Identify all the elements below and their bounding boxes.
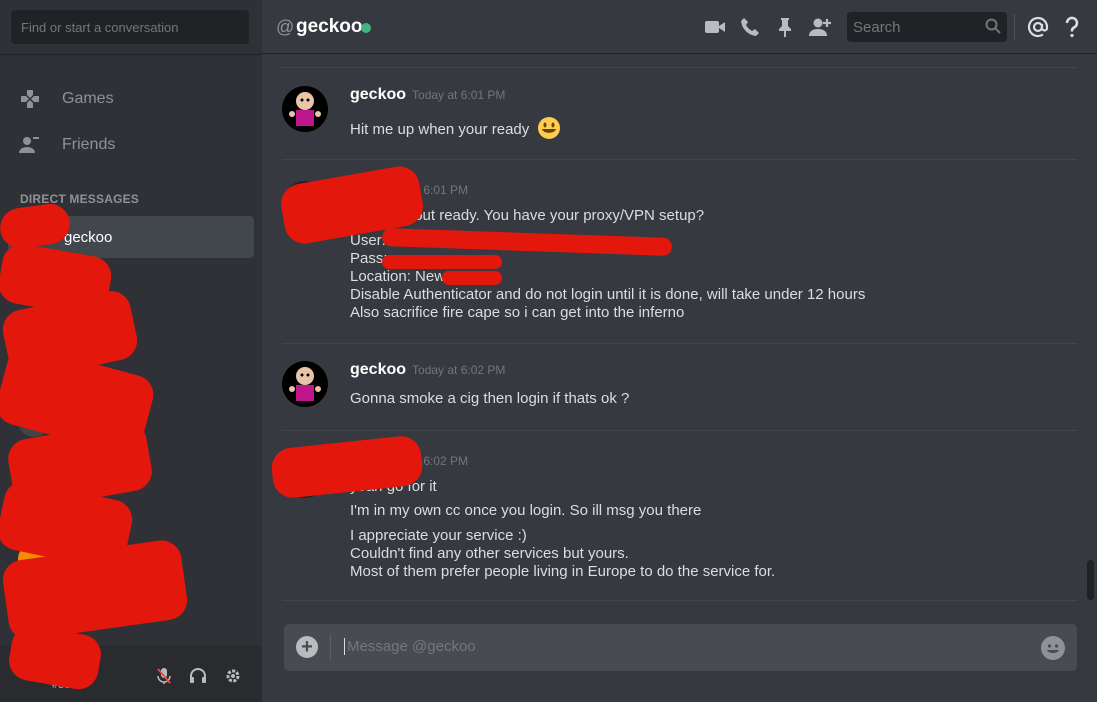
mute-microphone-button[interactable] xyxy=(154,666,174,686)
message-timestamp: Today at 6:02 PM xyxy=(412,363,506,377)
gear-icon xyxy=(226,669,240,683)
search-placeholder: Search xyxy=(853,19,901,36)
message-text: Gonna smoke a cig then login if thats ok… xyxy=(350,390,630,407)
message-timestamp: Today at 6:01 PM xyxy=(412,88,506,102)
message-divider xyxy=(282,343,1077,344)
sidebar-item-label: Friends xyxy=(62,136,116,153)
avatar[interactable] xyxy=(282,86,328,132)
phone-icon xyxy=(741,18,759,36)
add-user-icon xyxy=(809,18,831,36)
search-input[interactable]: Search xyxy=(847,12,1007,42)
message-input[interactable]: Message @geckoo xyxy=(344,638,476,655)
headphones-icon xyxy=(190,668,206,683)
search-icon xyxy=(985,18,1001,38)
header-divider xyxy=(1014,14,1015,40)
video-camera-icon xyxy=(705,21,725,33)
smiley-emoji-icon xyxy=(537,116,561,144)
scrollbar-thumb[interactable] xyxy=(1087,560,1094,600)
message-text: Most of them prefer people living in Eur… xyxy=(350,563,776,580)
sidebar: Find or start a conversation Games Frien… xyxy=(0,0,262,702)
online-status-indicator xyxy=(361,23,371,33)
microphone-muted-icon xyxy=(157,668,171,684)
games-icon xyxy=(18,87,42,111)
direct-messages-header: DIRECT MESSAGES xyxy=(20,192,140,206)
sidebar-item-games[interactable]: Games xyxy=(8,78,254,120)
sidebar-item-friends[interactable]: Friends xyxy=(8,124,254,166)
message-text: Disable Authenticator and do not login u… xyxy=(350,286,866,303)
message-text: I'm in my own cc once you login. So ill … xyxy=(350,502,702,519)
chat-header: @ geckoo Search xyxy=(262,0,1097,54)
dm-item-label: geckoo xyxy=(64,228,113,246)
message-text: Location: New xyxy=(350,268,446,285)
message-list[interactable]: geckoo Today at 6:01 PM Hit me up when yo… xyxy=(262,55,1097,622)
deafen-button[interactable] xyxy=(188,666,208,686)
sidebar-divider xyxy=(0,54,262,55)
composer-divider xyxy=(330,634,331,661)
voice-call-button[interactable] xyxy=(738,15,762,39)
emoji-picker-button[interactable] xyxy=(1041,636,1065,660)
sidebar-item-label: Games xyxy=(62,90,114,107)
author-name[interactable]: geckoo xyxy=(350,361,406,378)
message-divider xyxy=(282,67,1077,68)
message-text: Couldn't find any other services but you… xyxy=(350,545,629,562)
video-call-button[interactable] xyxy=(703,15,727,39)
message-author[interactable]: geckoo Today at 6:02 PM xyxy=(350,361,505,379)
pinned-messages-button[interactable] xyxy=(773,15,797,39)
pin-icon xyxy=(779,18,791,37)
find-conversation-input[interactable]: Find or start a conversation xyxy=(11,10,249,44)
message-group: geckoo Today at 6:02 PM Gonna smoke a cig… xyxy=(282,361,1077,431)
redaction-mark xyxy=(381,227,673,257)
avatar[interactable] xyxy=(282,361,328,407)
message-author[interactable]: geckoo Today at 6:01 PM xyxy=(350,86,505,104)
at-symbol: @ xyxy=(276,17,295,37)
message-group: geckoo Today at 6:01 PM Hit me up when yo… xyxy=(282,86,1077,156)
friends-icon xyxy=(18,133,42,157)
mentions-button[interactable] xyxy=(1026,15,1050,39)
message-group: peToday at 6:02 PM yeah go for it I'm in… xyxy=(269,434,1077,592)
redaction-mark xyxy=(442,271,502,285)
at-mention-icon xyxy=(1027,16,1049,38)
user-settings-button[interactable] xyxy=(223,666,243,686)
message-text: Also sacrifice fire cape so i can get in… xyxy=(350,304,685,321)
emoji-icon xyxy=(1047,644,1059,653)
message-composer: + Message @geckoo xyxy=(284,624,1077,671)
message-content: Hit me up when your ready xyxy=(350,116,561,144)
message-text: Hit me up when your ready xyxy=(350,120,530,138)
add-friends-to-dm-button[interactable] xyxy=(808,15,832,39)
upload-file-button[interactable]: + xyxy=(296,636,318,658)
message-group: peToday at 6:01 PM im just about ready. … xyxy=(277,163,1077,331)
channel-title: geckoo xyxy=(296,16,363,37)
help-button[interactable] xyxy=(1060,15,1084,39)
help-question-icon xyxy=(1065,16,1079,38)
message-divider xyxy=(282,159,1077,160)
message-divider xyxy=(282,600,1077,601)
message-text: I appreciate your service :) xyxy=(350,527,527,544)
message-divider xyxy=(282,430,1077,431)
author-name[interactable]: geckoo xyxy=(350,86,406,103)
redaction-mark xyxy=(382,255,502,269)
